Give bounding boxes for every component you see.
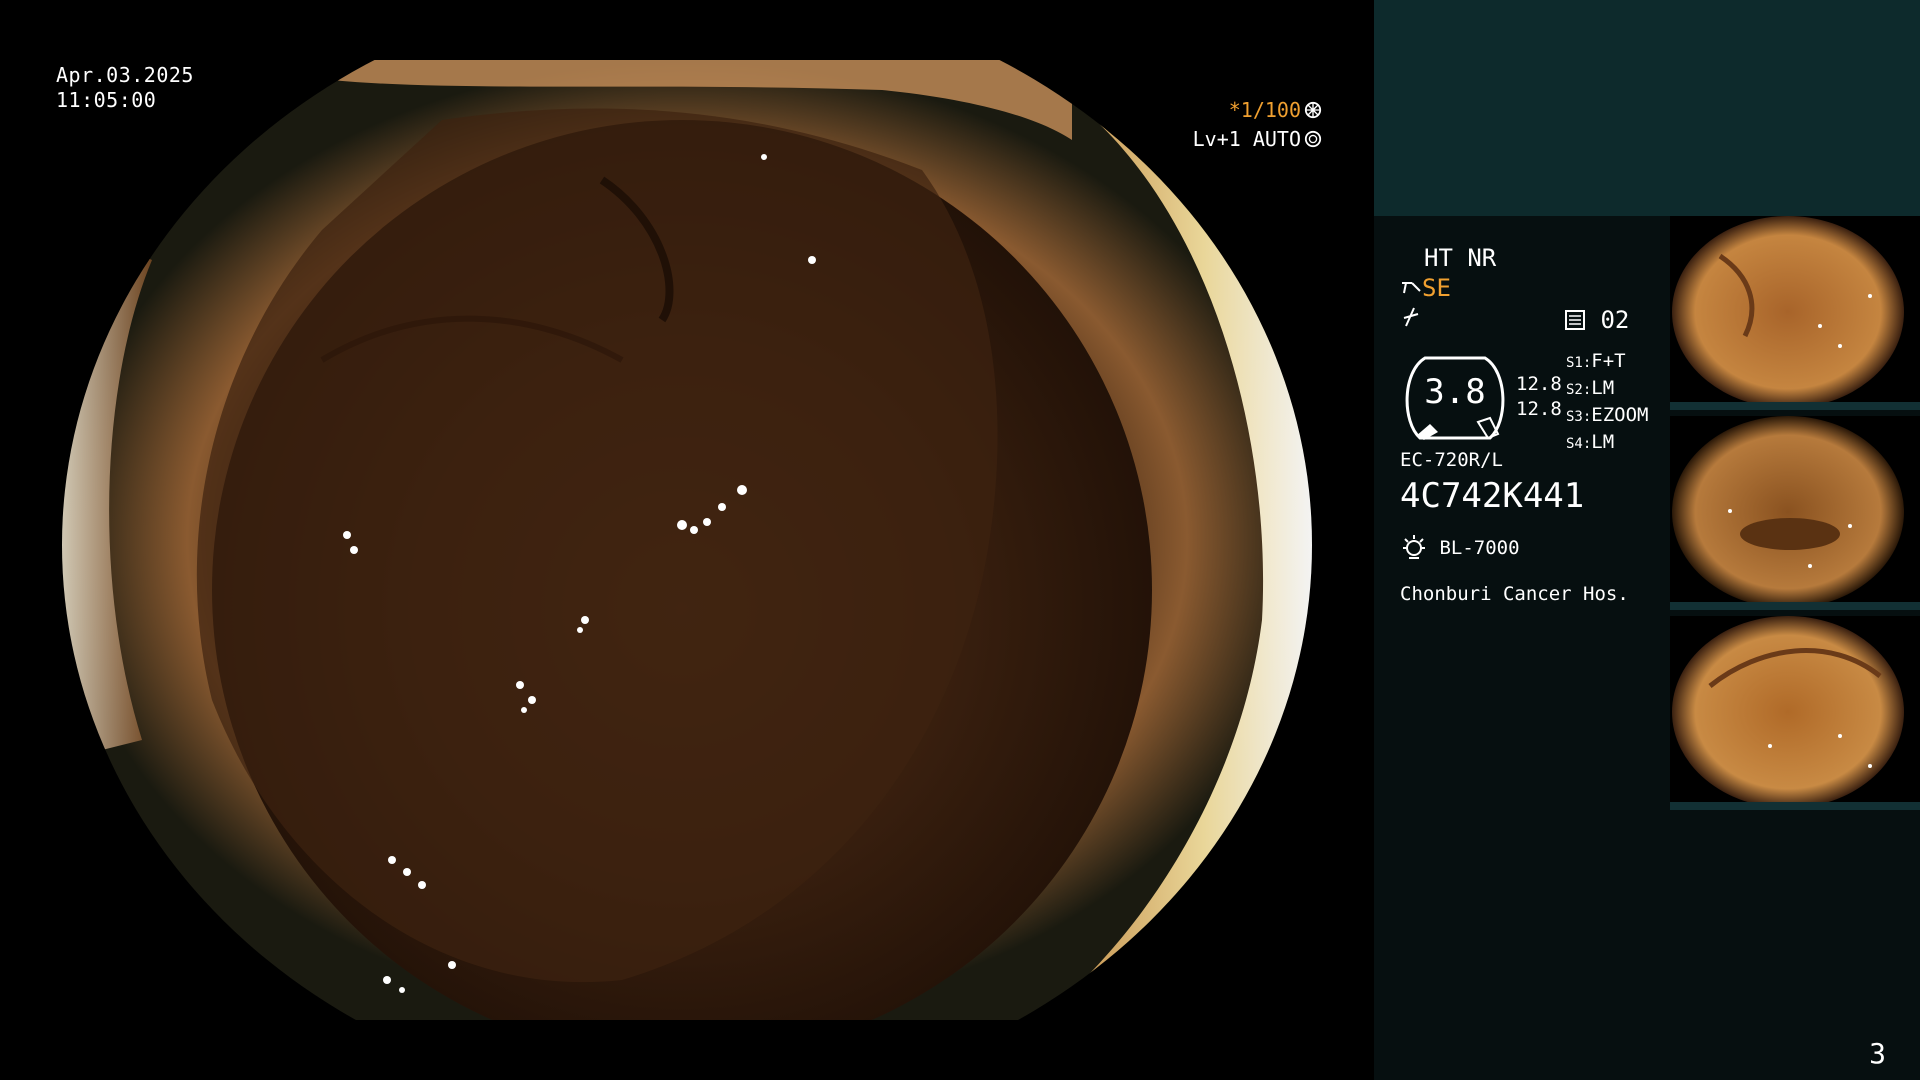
scope-button-key: S1:	[1566, 355, 1592, 371]
scope-button-key: S2:	[1566, 382, 1592, 398]
info-panel-header	[1374, 0, 1920, 216]
light-source-text: BL-7000	[1439, 537, 1520, 559]
iris-icon	[1304, 130, 1322, 148]
scope-button-value: LM	[1591, 377, 1615, 399]
scope-button-s3: S3:EZOOM	[1566, 403, 1649, 430]
time-text: 11:05:00	[56, 88, 157, 112]
endoscopy-main-image	[62, 60, 1312, 1020]
scope-button-s1: S1:F+T	[1566, 349, 1649, 376]
thumbnail-3[interactable]	[1670, 616, 1920, 810]
gauge-side-bottom: 12.8	[1516, 398, 1562, 420]
memory-slot: 02	[1564, 306, 1629, 334]
gauge-side-top: 12.8	[1516, 373, 1562, 395]
mode-ht-nr: HT NR	[1424, 244, 1497, 272]
se-text: SE	[1422, 274, 1451, 302]
scope-button-list: S1:F+T S2:LM S3:EZOOM S4:LM	[1566, 349, 1649, 457]
scope-button-value: LM	[1591, 431, 1615, 453]
thumbnail-1[interactable]	[1670, 216, 1920, 410]
shutter-icon	[1304, 101, 1322, 119]
scope-button-value: F+T	[1591, 350, 1626, 372]
shutter-text: *1/100	[1228, 98, 1301, 122]
scope-button-s2: S2:LM	[1566, 376, 1649, 403]
scope-button-key: S3:	[1566, 409, 1592, 425]
light-source: BL-7000	[1400, 533, 1520, 561]
hospital-name: Chonburi Cancer Hos.	[1400, 583, 1629, 605]
lightning-icon	[1403, 307, 1419, 327]
scope-button-s4: S4:LM	[1566, 430, 1649, 457]
scope-button-value: EZOOM	[1591, 404, 1649, 426]
shutter-speed: *1/100	[1229, 98, 1322, 122]
date-text: Apr.03.2025	[56, 63, 194, 87]
gauge-value: 3.8	[1424, 372, 1486, 412]
se-mode: SE	[1400, 274, 1451, 302]
page-number: 3	[1869, 1037, 1886, 1070]
memory-icon	[1565, 310, 1585, 330]
scope-serial: 4C742K441	[1400, 476, 1585, 516]
memory-slot-text: 02	[1600, 306, 1630, 334]
lamp-icon	[1403, 535, 1425, 559]
color-mode-icon	[1400, 306, 1422, 334]
structure-enhance-icon	[1402, 282, 1421, 294]
thumbnail-2[interactable]	[1670, 416, 1920, 610]
scope-button-key: S4:	[1566, 436, 1592, 452]
iris-setting: Lv+1 AUTO	[1193, 127, 1322, 151]
timestamp: Apr.03.2025 11:05:00	[56, 63, 194, 113]
scope-model: EC-720R/L	[1400, 449, 1503, 471]
iris-text: Lv+1 AUTO	[1192, 127, 1301, 151]
